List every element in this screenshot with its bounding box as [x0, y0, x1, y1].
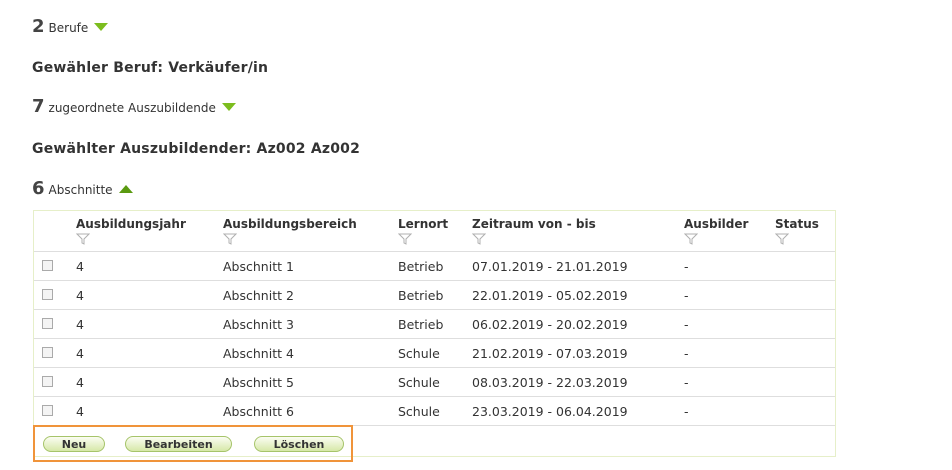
cell-lernort: Schule [398, 367, 472, 397]
filter-icon[interactable] [223, 233, 237, 245]
table-header-row: Ausbildungsjahr Ausbildungsbereich Lerno… [34, 211, 835, 252]
cell-zeitraum: 08.03.2019 - 22.03.2019 [472, 367, 684, 397]
row-checkbox[interactable] [42, 404, 53, 416]
berufe-count: 2 [32, 16, 45, 37]
section-abschnitte: 6 Abschnitte [32, 178, 133, 199]
cell-status [775, 251, 835, 281]
cell-lernort: Betrieb [398, 280, 472, 310]
column-header-ausbildungsbereich[interactable]: Ausbildungsbereich [223, 211, 398, 252]
cell-ausbilder: - [684, 367, 775, 397]
cell-ausbilder: - [684, 309, 775, 339]
table-row[interactable]: 4 Abschnitt 3 Betrieb 06.02.2019 - 20.02… [34, 309, 835, 339]
cell-status [775, 396, 835, 426]
cell-bereich: Abschnitt 5 [223, 367, 398, 397]
neu-button[interactable]: Neu [43, 436, 105, 452]
action-button-bar: Neu Bearbeiten Löschen [33, 425, 353, 462]
cell-bereich: Abschnitt 4 [223, 338, 398, 368]
filter-icon[interactable] [775, 233, 789, 245]
cell-zeitraum: 21.02.2019 - 07.03.2019 [472, 338, 684, 368]
abschnitte-table: Ausbildungsjahr Ausbildungsbereich Lerno… [33, 210, 836, 458]
cell-jahr: 4 [76, 309, 223, 339]
auszubildende-label: zugeordnete Auszubildende [48, 101, 216, 115]
table-row[interactable]: 4 Abschnitt 1 Betrieb 07.01.2019 - 21.01… [34, 251, 835, 281]
expand-auszubildende-icon[interactable] [221, 103, 236, 111]
cell-status [775, 309, 835, 339]
cell-jahr: 4 [76, 251, 223, 281]
bearbeiten-button[interactable]: Bearbeiten [125, 436, 232, 452]
abschnitte-label: Abschnitte [48, 183, 113, 197]
cell-lernort: Betrieb [398, 251, 472, 281]
column-header-lernort[interactable]: Lernort [398, 211, 472, 252]
cell-bereich: Abschnitt 3 [223, 309, 398, 339]
table-row[interactable]: 4 Abschnitt 2 Betrieb 22.01.2019 - 05.02… [34, 280, 835, 310]
filter-icon[interactable] [398, 233, 412, 245]
collapse-abschnitte-icon[interactable] [118, 185, 133, 193]
filter-icon[interactable] [684, 233, 698, 245]
cell-bereich: Abschnitt 2 [223, 280, 398, 310]
loeschen-button[interactable]: Löschen [254, 436, 344, 452]
row-checkbox[interactable] [42, 259, 53, 271]
cell-bereich: Abschnitt 6 [223, 396, 398, 426]
table-row[interactable]: 4 Abschnitt 5 Schule 08.03.2019 - 22.03.… [34, 367, 835, 397]
cell-ausbilder: - [684, 251, 775, 281]
filter-icon[interactable] [472, 233, 486, 245]
row-checkbox[interactable] [42, 317, 53, 329]
expand-berufe-icon[interactable] [94, 23, 109, 31]
table-row[interactable]: 4 Abschnitt 4 Schule 21.02.2019 - 07.03.… [34, 338, 835, 368]
cell-bereich: Abschnitt 1 [223, 251, 398, 281]
cell-status [775, 338, 835, 368]
row-checkbox[interactable] [42, 375, 53, 387]
selected-beruf: Gewähler Beruf: Verkäufer/in [32, 60, 269, 76]
cell-lernort: Schule [398, 338, 472, 368]
cell-ausbilder: - [684, 280, 775, 310]
row-checkbox[interactable] [42, 288, 53, 300]
cell-lernort: Schule [398, 396, 472, 426]
cell-ausbilder: - [684, 396, 775, 426]
cell-jahr: 4 [76, 367, 223, 397]
cell-zeitraum: 07.01.2019 - 21.01.2019 [472, 251, 684, 281]
row-checkbox[interactable] [42, 346, 53, 358]
cell-zeitraum: 23.03.2019 - 06.04.2019 [472, 396, 684, 426]
abschnitte-count: 6 [32, 178, 45, 199]
column-header-status[interactable]: Status [775, 211, 835, 252]
cell-zeitraum: 06.02.2019 - 20.02.2019 [472, 309, 684, 339]
cell-jahr: 4 [76, 396, 223, 426]
column-header-ausbildungsjahr[interactable]: Ausbildungsjahr [76, 211, 223, 252]
cell-status [775, 280, 835, 310]
cell-zeitraum: 22.01.2019 - 05.02.2019 [472, 280, 684, 310]
column-header-zeitraum[interactable]: Zeitraum von - bis [472, 211, 684, 252]
auszubildende-count: 7 [32, 96, 45, 117]
cell-jahr: 4 [76, 280, 223, 310]
berufe-label: Berufe [48, 21, 89, 35]
cell-jahr: 4 [76, 338, 223, 368]
cell-status [775, 367, 835, 397]
cell-lernort: Betrieb [398, 309, 472, 339]
column-header-ausbilder[interactable]: Ausbilder [684, 211, 775, 252]
table-row[interactable]: 4 Abschnitt 6 Schule 23.03.2019 - 06.04.… [34, 396, 835, 426]
section-auszubildende: 7 zugeordnete Auszubildende [32, 96, 236, 117]
cell-ausbilder: - [684, 338, 775, 368]
section-berufe: 2 Berufe [32, 16, 109, 37]
filter-icon[interactable] [76, 233, 90, 245]
selected-auszubildender: Gewählter Auszubildender: Az002 Az002 [32, 141, 361, 157]
